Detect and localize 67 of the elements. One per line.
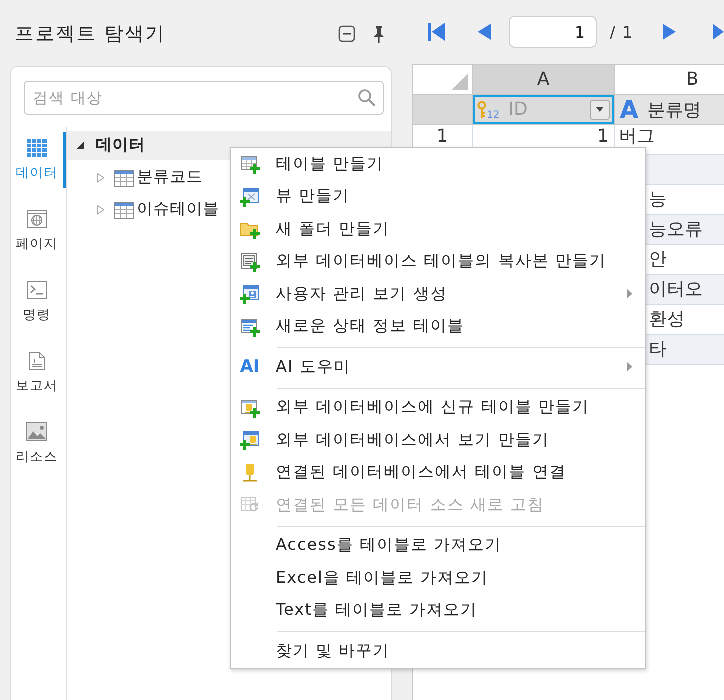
collapse-button[interactable] — [336, 23, 358, 45]
ai-logo: AI — [240, 357, 260, 378]
first-page-icon[interactable] — [427, 22, 446, 42]
category-name: 이터오 — [649, 280, 703, 299]
category-name: 버그 — [619, 127, 655, 146]
table-lines-add-icon — [240, 316, 260, 337]
page-field[interactable]: 1 — [509, 16, 597, 48]
column-header[interactable]: A — [473, 65, 615, 95]
field-header[interactable]: A 분류명 — [615, 95, 724, 125]
document-icon — [26, 351, 48, 371]
table-add-icon — [240, 154, 260, 174]
nav-tab[interactable]: 명령 — [11, 274, 66, 330]
submenu-arrow-icon — [627, 362, 633, 372]
menu-item[interactable]: 새로운 상태 정보 테이블 — [231, 310, 645, 343]
row-number: 1 — [436, 127, 448, 146]
search-icon[interactable] — [357, 88, 377, 108]
tree-item[interactable]: 분류코드 — [67, 163, 207, 192]
view-add-icon — [240, 186, 260, 207]
nav-tab[interactable]: 리소스 — [11, 416, 66, 472]
category-name: 안 — [649, 250, 667, 269]
table-icon — [114, 200, 134, 218]
category-name: 능 — [649, 190, 667, 209]
menu-item[interactable]: 사용자 관리 보기 생성 — [231, 278, 645, 310]
image-icon — [26, 422, 48, 442]
menu-item[interactable]: AI AI 도우미 — [231, 351, 645, 384]
menu-item[interactable]: 연결된 데이터베이스에서 테이블 연결 — [231, 456, 645, 489]
search-field[interactable]: 검색 대상 — [24, 81, 384, 115]
menu-item[interactable]: 외부 데이터베이스에서 보기 만들기 — [231, 424, 645, 456]
tree-item[interactable]: 이슈테이블 — [67, 195, 224, 224]
database-link-icon — [240, 462, 260, 483]
user-table-add-icon — [240, 284, 260, 304]
right-triangle-icon[interactable] — [712, 23, 724, 41]
nav-tab[interactable]: 보고서 — [11, 345, 66, 401]
submenu-arrow-icon — [627, 289, 633, 300]
menu-item[interactable]: Excel을 테이블로 가져오기 — [231, 562, 645, 594]
terminal-icon — [26, 280, 48, 300]
grid-icon — [26, 138, 48, 158]
nav-tab[interactable]: 페이지 — [11, 203, 66, 259]
type-badge-text: A — [620, 96, 639, 124]
previous-page-icon[interactable] — [476, 23, 492, 41]
table-copy-icon — [240, 252, 260, 272]
globe-window-icon — [26, 209, 48, 229]
key-icon — [477, 100, 487, 118]
table-icon — [114, 168, 134, 186]
nav-tab[interactable]: 데이터 — [11, 132, 66, 188]
panel-title: 프로젝트 탐색기 — [15, 22, 168, 47]
category-name: 능오류 — [649, 220, 703, 239]
menu-item[interactable]: 외부 데이터베이스에 신규 테이블 만들기 — [231, 392, 645, 424]
field-name: 분류명 — [648, 98, 702, 122]
minus-box-icon — [337, 24, 357, 44]
field-name: ID — [508, 99, 528, 120]
menu-item[interactable]: Text를 테이블로 가져오기 — [231, 594, 645, 627]
page-total: / 1 — [610, 22, 635, 42]
menu-item[interactable]: 외부 데이터베이스 테이블의 복사본 만들기 — [231, 246, 645, 278]
database-table-add-icon — [240, 398, 260, 418]
id-value: 1 — [598, 127, 609, 146]
menu-item[interactable]: 뷰 만들기 — [231, 180, 645, 213]
caret-down-icon — [596, 107, 604, 112]
database-view-add-icon — [240, 430, 260, 450]
menu-item[interactable]: 새 폴더 만들기 — [231, 213, 645, 246]
menu-item[interactable]: 찾기 및 바꾸기 — [231, 635, 645, 668]
category-name: 환성 — [649, 310, 685, 329]
next-page-icon[interactable] — [662, 23, 678, 41]
dropdown-button[interactable] — [590, 100, 610, 120]
menu-item[interactable]: Access를 테이블로 가져오기 — [231, 530, 645, 562]
type-badge-text: 12 — [487, 110, 500, 121]
category-name: 타 — [649, 340, 667, 359]
